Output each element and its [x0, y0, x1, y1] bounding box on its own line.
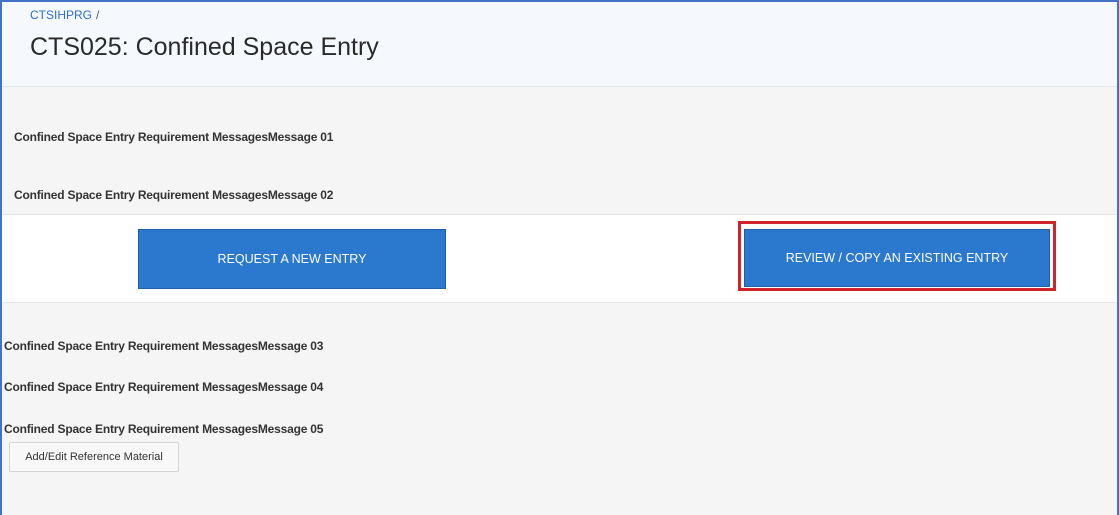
add-edit-reference-material-button[interactable]: Add/Edit Reference Material	[9, 442, 179, 472]
breadcrumb: CTSIHPRG /	[30, 8, 99, 22]
message-05: Confined Space Entry Requirement Message…	[4, 422, 324, 436]
breadcrumb-link-ctsihprg[interactable]: CTSIHPRG	[30, 8, 92, 22]
review-copy-entry-button[interactable]: REVIEW / COPY AN EXISTING ENTRY	[744, 229, 1050, 287]
app-frame: CTSIHPRG / CTS025: Confined Space Entry C…	[0, 0, 1119, 515]
page-title: CTS025: Confined Space Entry	[30, 33, 379, 61]
breadcrumb-separator: /	[96, 8, 100, 22]
request-new-entry-button[interactable]: REQUEST A NEW ENTRY	[138, 229, 446, 289]
action-button-row: REQUEST A NEW ENTRY REVIEW / COPY AN EXI…	[2, 214, 1117, 303]
message-04: Confined Space Entry Requirement Message…	[4, 380, 324, 394]
message-01: Confined Space Entry Requirement Message…	[14, 130, 334, 144]
message-03: Confined Space Entry Requirement Message…	[4, 339, 324, 353]
message-02: Confined Space Entry Requirement Message…	[14, 188, 334, 202]
page-header: CTSIHPRG / CTS025: Confined Space Entry	[2, 2, 1117, 87]
